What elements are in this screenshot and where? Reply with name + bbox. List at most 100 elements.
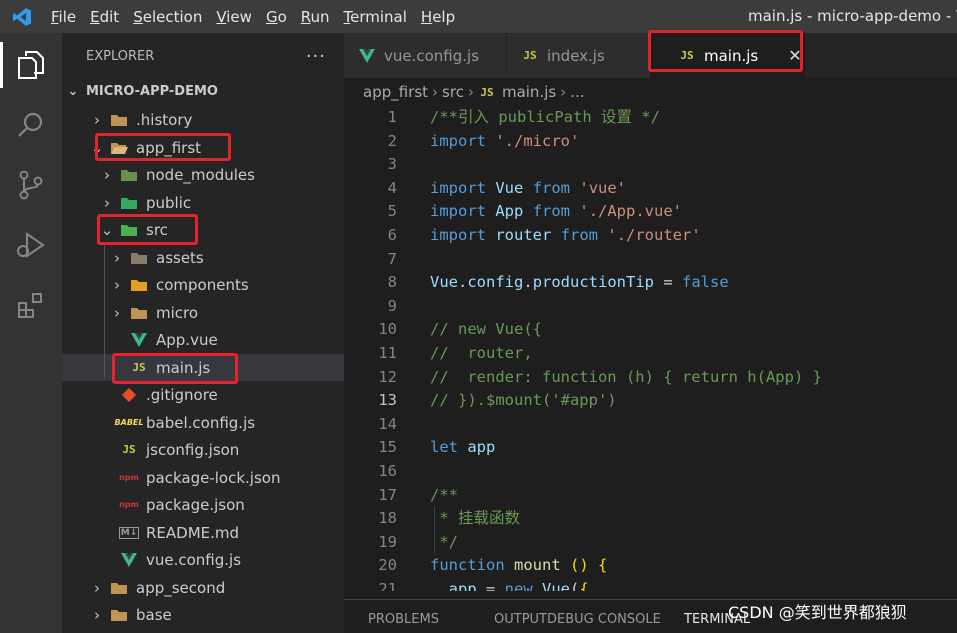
search-icon[interactable]	[0, 96, 62, 154]
components-folder-icon	[130, 277, 148, 293]
line-number: 7	[387, 249, 397, 268]
tab-label: index.js	[547, 46, 605, 65]
tab-vue-config-js[interactable]: vue.config.js	[344, 33, 507, 78]
vscode-logo-icon	[0, 0, 44, 33]
chevron-right-icon: ›	[432, 83, 439, 101]
line-number: 8	[387, 273, 397, 292]
tree-item[interactable]: vue.config.js	[62, 546, 344, 573]
menu-item-edit[interactable]: Edit	[83, 8, 126, 26]
public-folder-icon	[120, 195, 138, 211]
source-control-icon[interactable]	[0, 156, 62, 214]
line-number: 17	[378, 485, 397, 504]
highlight-box	[112, 353, 238, 384]
tab-output[interactable]: OUTPUT	[494, 612, 547, 627]
indent-guide	[104, 242, 105, 379]
line-number: 3	[387, 155, 397, 174]
vue-file-icon	[120, 552, 138, 568]
assets-folder-icon	[130, 250, 148, 266]
line-number: 15	[378, 438, 397, 457]
tree-item[interactable]: › base	[62, 601, 344, 628]
tree-item[interactable]: npm package-lock.json	[62, 464, 344, 491]
menu-bar: File Edit Selection View Go Run Terminal Help	[44, 0, 462, 33]
breadcrumb-item[interactable]: main.js	[502, 83, 556, 101]
js-file-icon: JS	[480, 85, 494, 99]
tree-item-label: public	[146, 193, 192, 212]
line-number: 9	[387, 296, 397, 315]
chevron-right-icon: ›	[114, 248, 120, 267]
line-number: 10	[378, 320, 397, 339]
more-actions-icon[interactable]: ···	[306, 46, 326, 67]
code-line: function mount () {	[430, 556, 608, 575]
tree-item[interactable]: › node_modules	[62, 161, 344, 188]
menu-item-help[interactable]: Help	[414, 8, 462, 26]
highlight-box	[648, 30, 803, 72]
git-file-icon	[120, 387, 138, 403]
run-debug-icon[interactable]	[0, 216, 62, 274]
tab-debug-console[interactable]: DEBUG CONSOLE	[547, 612, 661, 627]
tree-item-label: App.vue	[156, 330, 218, 349]
tree-item[interactable]: BABEL babel.config.js	[62, 409, 344, 436]
line-number: 19	[378, 532, 397, 551]
explorer-header: EXPLORER ···	[62, 33, 344, 80]
node-modules-folder-icon	[120, 167, 138, 183]
tree-item-label: node_modules	[146, 165, 255, 184]
tree-item-label: .gitignore	[146, 385, 218, 404]
menu-item-file[interactable]: File	[44, 8, 83, 26]
tree-item-label: package-lock.json	[146, 468, 281, 487]
tree-item[interactable]: › app_second	[62, 574, 344, 601]
tree-item-label: vue.config.js	[146, 550, 242, 569]
tab-problems[interactable]: PROBLEMS	[368, 612, 439, 627]
tree-item[interactable]: npm package.json	[62, 491, 344, 518]
menu-item-view[interactable]: View	[209, 8, 259, 26]
code-line: /**	[430, 485, 458, 504]
tab-index-js[interactable]: JS index.js	[507, 33, 652, 78]
code-editor[interactable]: 1 /**引入 publicPath 设置 */ 2 import './micro'…	[344, 105, 957, 591]
line-number: 20	[378, 556, 397, 575]
line-number: 5	[387, 202, 397, 221]
menu-item-terminal[interactable]: Terminal	[337, 8, 414, 26]
extensions-icon[interactable]	[0, 276, 62, 334]
tree-item-label: README.md	[146, 523, 240, 542]
menu-item-run[interactable]: Run	[294, 8, 337, 26]
workspace-root[interactable]: ⌄ MICRO-APP-DEMO	[62, 78, 344, 105]
npm-file-icon: npm	[119, 500, 139, 509]
vue-file-icon	[358, 48, 376, 64]
workspace-root-label: MICRO-APP-DEMO	[86, 84, 218, 99]
tree-item-label: .history	[136, 110, 193, 129]
tree-item-label: babel.config.js	[146, 413, 256, 432]
code-line: // router,	[430, 344, 533, 362]
tree-item[interactable]: JS jsconfig.json	[62, 436, 344, 463]
chevron-right-icon: ›	[560, 83, 567, 101]
chevron-down-icon: ⌄	[67, 84, 79, 99]
breadcrumb-item[interactable]: ...	[570, 83, 584, 101]
menu-item-go[interactable]: Go	[259, 8, 294, 26]
breadcrumb-item[interactable]: src	[442, 83, 464, 101]
menu-item-selection[interactable]: Selection	[126, 8, 209, 26]
tree-item-label: app_second	[136, 578, 226, 597]
folder-icon	[110, 112, 128, 128]
tree-item[interactable]: › public	[62, 189, 344, 216]
code-line: // render: function (h) { return h(App) …	[430, 367, 822, 386]
code-line: import './micro'	[430, 131, 580, 150]
tree-item[interactable]: M↓ README.md	[62, 519, 344, 546]
chevron-right-icon: ›	[467, 83, 474, 101]
folder-icon	[130, 305, 148, 321]
explorer-sidebar: EXPLORER ··· ⌄ MICRO-APP-DEMO › .history ⌄…	[62, 33, 344, 633]
line-number: 18	[378, 509, 397, 528]
line-number: 1	[387, 108, 397, 126]
explorer-icon[interactable]	[0, 36, 62, 94]
code-line: import router from './router'	[430, 226, 701, 244]
code-line: app = new Vue({	[448, 580, 589, 591]
chevron-right-icon: ›	[104, 165, 110, 184]
js-file-icon: JS	[523, 49, 537, 62]
folder-icon	[110, 607, 128, 623]
babel-file-icon: BABEL	[114, 418, 144, 427]
tree-item-label: jsconfig.json	[146, 440, 240, 459]
breadcrumb-item[interactable]: app_first	[363, 83, 428, 101]
code-line: import Vue from 'vue'	[430, 178, 627, 197]
tree-item[interactable]: › .history	[62, 106, 344, 133]
line-number: 14	[378, 414, 397, 433]
chevron-right-icon: ›	[104, 193, 110, 212]
tree-item[interactable]: .gitignore	[62, 381, 344, 408]
code-line: let app	[430, 438, 496, 457]
